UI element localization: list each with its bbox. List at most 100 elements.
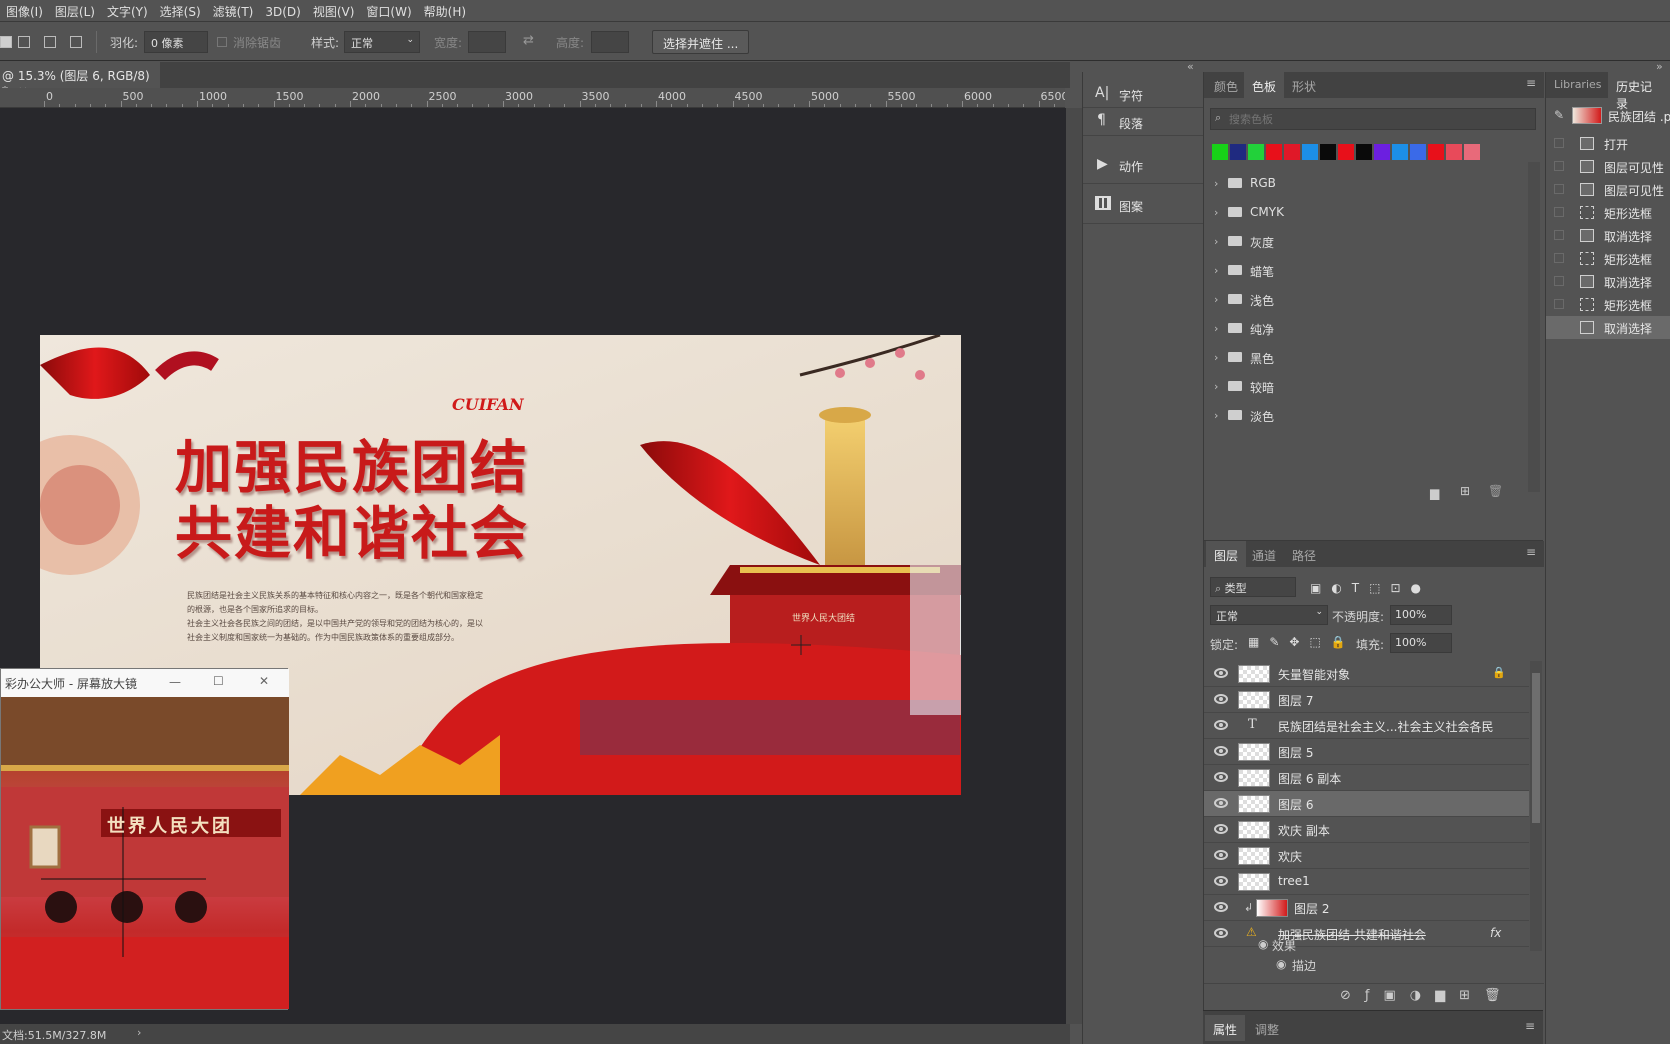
- color-swatch[interactable]: [1374, 144, 1390, 160]
- menu-image[interactable]: 图像(I): [0, 0, 49, 23]
- chevron-right-icon[interactable]: ›: [1214, 264, 1218, 277]
- style-select[interactable]: 正常 ⌄: [344, 31, 420, 53]
- layer-filter-icons[interactable]: ▣◐T⬚⊡●: [1310, 581, 1431, 595]
- layer-row[interactable]: 图层 6: [1204, 791, 1529, 817]
- height-input[interactable]: [591, 31, 629, 53]
- panel-menu-icon[interactable]: ≡: [1526, 545, 1536, 559]
- add-selection-icon[interactable]: [18, 36, 30, 48]
- history-brush-source[interactable]: [1554, 322, 1564, 332]
- chevron-right-icon[interactable]: ›: [1214, 322, 1218, 335]
- color-swatch[interactable]: [1410, 144, 1426, 160]
- layer-row[interactable]: 欢庆 副本: [1204, 817, 1529, 843]
- swatch-search-input[interactable]: [1229, 110, 1529, 128]
- history-item[interactable]: 矩形选框: [1546, 293, 1670, 316]
- color-swatch[interactable]: [1248, 144, 1264, 160]
- history-item[interactable]: 取消选择: [1546, 316, 1670, 339]
- tab-swatches[interactable]: 色板: [1244, 72, 1285, 98]
- swatch-folder[interactable]: › 黑色: [1204, 344, 1526, 373]
- swatch-folder[interactable]: › 淡色: [1204, 402, 1526, 431]
- layer-row[interactable]: 🔒 矢量智能对象: [1204, 661, 1529, 687]
- color-swatch[interactable]: [1428, 144, 1444, 160]
- swatch-folder[interactable]: › RGB: [1204, 170, 1526, 199]
- history-brush-source[interactable]: [1554, 138, 1564, 148]
- magnifier-window[interactable]: 彩办公大师 - 屏幕放大镜 — ☐ ✕ 世界人民大团: [0, 668, 289, 1010]
- document-tab[interactable]: @ 15.3% (图层 6, RGB/8) * ×: [0, 62, 160, 98]
- chevron-right-icon[interactable]: ›: [1214, 206, 1218, 219]
- eye-icon[interactable]: [1214, 746, 1228, 756]
- layer-row[interactable]: ↲ 图层 2: [1204, 895, 1529, 921]
- swatch-folder[interactable]: › 灰度: [1204, 228, 1526, 257]
- history-brush-source[interactable]: [1554, 207, 1564, 217]
- new-swatch-icon[interactable]: ⊞: [1460, 484, 1470, 498]
- history-item[interactable]: 图层可见性: [1546, 178, 1670, 201]
- color-swatch[interactable]: [1338, 144, 1354, 160]
- history-snapshot[interactable]: ✎ 民族团结 .ps: [1546, 104, 1670, 128]
- tab-paths[interactable]: 路径: [1284, 541, 1324, 567]
- fill-input[interactable]: 100%: [1390, 633, 1452, 653]
- color-swatch[interactable]: [1392, 144, 1408, 160]
- eye-icon[interactable]: [1214, 902, 1228, 912]
- swatch-folder[interactable]: › 较暗: [1204, 373, 1526, 402]
- effects-row[interactable]: ◉ 效果: [1208, 935, 1528, 955]
- eye-icon[interactable]: [1214, 876, 1228, 886]
- layer-footer-icons[interactable]: ⊘ƒ▣◑▆⊞🗑: [1340, 988, 1515, 1003]
- horizontal-ruler[interactable]: 0 500 1000 1500 2000 2500 3000 3500 4000 4500 5000…: [0, 88, 1065, 108]
- color-swatch[interactable]: [1302, 144, 1318, 160]
- history-item[interactable]: 矩形选框: [1546, 201, 1670, 224]
- new-selection-icon[interactable]: [0, 36, 12, 48]
- status-arrow-icon[interactable]: ›: [137, 1026, 141, 1039]
- blend-mode-select[interactable]: 正常 ⌄: [1210, 605, 1328, 625]
- layer-row[interactable]: 图层 6 副本: [1204, 765, 1529, 791]
- color-swatch[interactable]: [1446, 144, 1462, 160]
- eye-icon[interactable]: ◉: [1276, 957, 1286, 971]
- layer-row[interactable]: tree1: [1204, 869, 1529, 895]
- history-item[interactable]: 取消选择: [1546, 224, 1670, 247]
- magnifier-titlebar[interactable]: 彩办公大师 - 屏幕放大镜 — ☐ ✕: [1, 669, 289, 697]
- swatch-scrollbar[interactable]: [1528, 162, 1540, 492]
- swatch-folder[interactable]: › 浅色: [1204, 286, 1526, 315]
- collapse-dock-icon[interactable]: «: [1187, 60, 1194, 73]
- eye-icon[interactable]: [1214, 720, 1228, 730]
- opacity-input[interactable]: 100%: [1390, 605, 1452, 625]
- color-swatch[interactable]: [1230, 144, 1246, 160]
- lock-icons[interactable]: ▦✎✥⬚🔒: [1248, 635, 1356, 649]
- antialias-checkbox[interactable]: [217, 37, 227, 47]
- eye-icon[interactable]: [1214, 850, 1228, 860]
- eye-icon[interactable]: [1214, 668, 1228, 678]
- menu-view[interactable]: 视图(V): [307, 0, 361, 23]
- tab-libraries[interactable]: Libraries: [1546, 72, 1610, 98]
- tab-adjustments[interactable]: 调整: [1247, 1015, 1287, 1041]
- chevron-right-icon[interactable]: ›: [1214, 235, 1218, 248]
- history-brush-source[interactable]: [1554, 230, 1564, 240]
- history-item[interactable]: 图层可见性: [1546, 155, 1670, 178]
- expand-icon[interactable]: »: [1656, 60, 1663, 73]
- history-brush-source[interactable]: [1554, 161, 1564, 171]
- menu-layer[interactable]: 图层(L): [49, 0, 101, 23]
- history-brush-source[interactable]: [1554, 299, 1564, 309]
- swatch-folder[interactable]: › CMYK: [1204, 199, 1526, 228]
- swatch-folder[interactable]: › 纯净: [1204, 315, 1526, 344]
- tab-color[interactable]: 颜色: [1206, 72, 1246, 98]
- eye-icon[interactable]: [1214, 772, 1228, 782]
- history-item[interactable]: 取消选择: [1546, 270, 1670, 293]
- maximize-icon[interactable]: ☐: [213, 674, 224, 688]
- delete-icon[interactable]: 🗑: [1488, 484, 1503, 498]
- panel-menu-icon[interactable]: ≡: [1525, 1019, 1535, 1033]
- menu-help[interactable]: 帮助(H): [418, 0, 472, 23]
- dock-patterns[interactable]: 图案: [1083, 188, 1203, 224]
- layer-row[interactable]: 图层 5: [1204, 739, 1529, 765]
- width-input[interactable]: [468, 31, 506, 53]
- panel-menu-icon[interactable]: ≡: [1526, 76, 1536, 90]
- chevron-right-icon[interactable]: ›: [1214, 293, 1218, 306]
- eye-icon[interactable]: [1214, 798, 1228, 808]
- chevron-right-icon[interactable]: ›: [1214, 380, 1218, 393]
- select-and-mask-button[interactable]: 选择并遮住 ...: [652, 30, 750, 54]
- chevron-right-icon[interactable]: ›: [1214, 177, 1218, 190]
- color-swatch[interactable]: [1320, 144, 1336, 160]
- tab-layers[interactable]: 图层: [1206, 541, 1247, 567]
- eye-icon[interactable]: [1214, 824, 1228, 834]
- tab-shapes[interactable]: 形状: [1284, 72, 1324, 98]
- swap-icon[interactable]: ⇄: [523, 33, 534, 48]
- menu-window[interactable]: 窗口(W): [360, 0, 417, 23]
- color-swatch[interactable]: [1266, 144, 1282, 160]
